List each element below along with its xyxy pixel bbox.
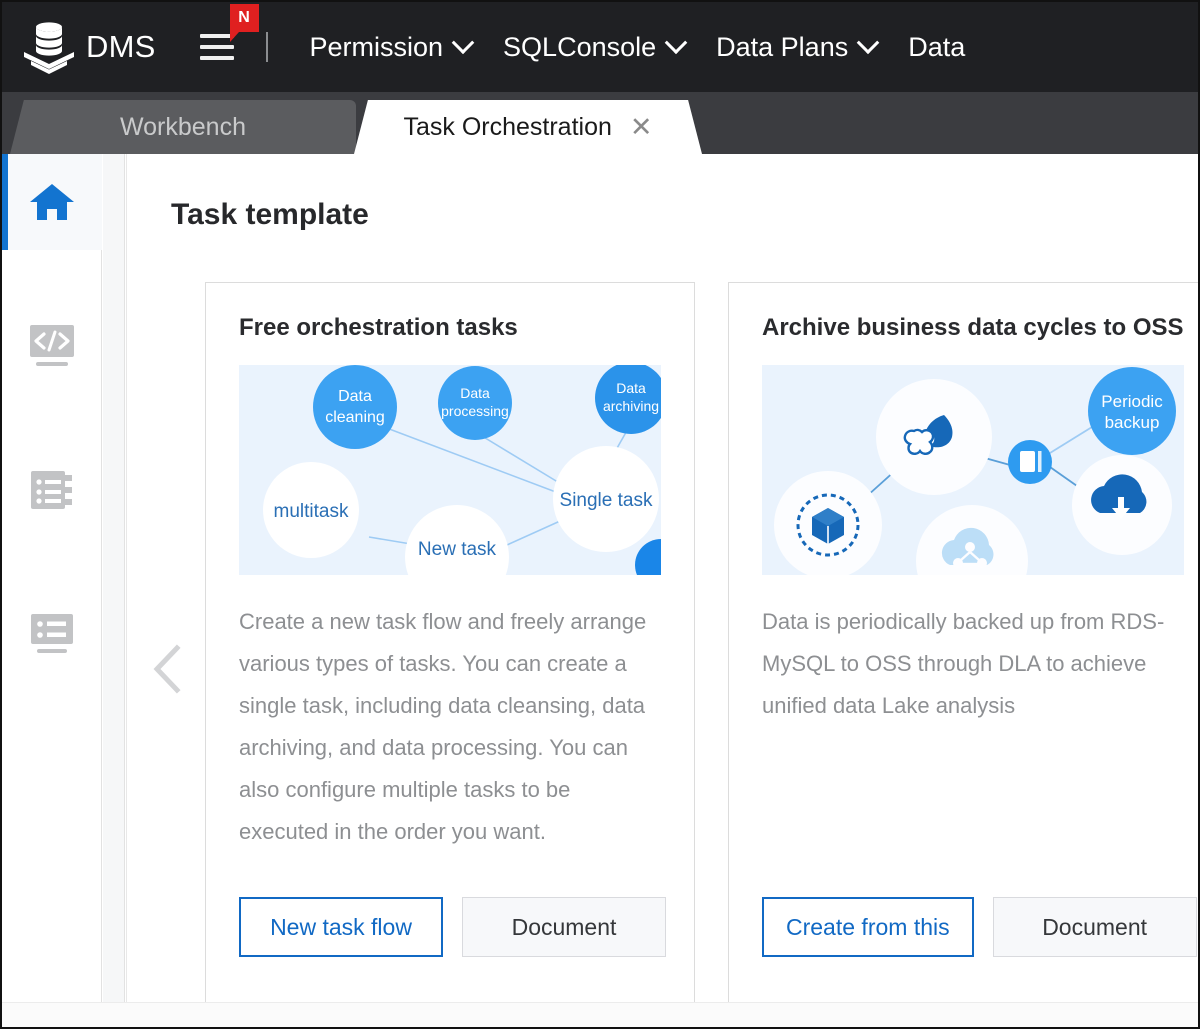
close-icon[interactable]: ✕ <box>630 113 653 141</box>
main-content: Task template Free orchestration tasks D… <box>126 154 1198 1027</box>
svg-text:Data: Data <box>616 380 646 396</box>
sidebar-item-list[interactable] <box>2 586 102 682</box>
code-icon <box>30 325 74 366</box>
archive-icon <box>1020 451 1042 472</box>
node-graph-icon: Periodic backup <box>774 367 1176 575</box>
document-button[interactable]: Document <box>992 897 1197 957</box>
database-stack-icon <box>24 22 74 74</box>
body-area: Task template Free orchestration tasks D… <box>2 154 1198 1027</box>
nav-menu-items: Permission SQLConsole Data Plans Data <box>294 31 982 63</box>
card-description: Data is periodically backed up from RDS-… <box>762 609 1165 718</box>
svg-text:Periodic: Periodic <box>1101 392 1163 411</box>
home-icon <box>30 184 74 220</box>
nav-item-sqlconsole[interactable]: SQLConsole <box>487 31 700 63</box>
nav-divider <box>265 32 268 62</box>
sidebar-item-documents[interactable] <box>2 442 102 538</box>
create-from-this-button[interactable]: Create from this <box>762 897 974 957</box>
hamburger-menu-icon <box>199 34 234 60</box>
tab-label: Task Orchestration <box>403 112 612 141</box>
brand-name: DMS <box>86 29 156 64</box>
nav-item-data-plans[interactable]: Data Plans <box>700 31 892 63</box>
card-illustration: Data cleaning Data processing Data archi… <box>239 365 661 575</box>
nav-item-label: Permission <box>309 31 444 62</box>
template-card-free-orchestration[interactable]: Free orchestration tasks Data cleaning D… <box>205 282 695 1006</box>
tab-label: Workbench <box>120 112 246 141</box>
card-actions: New task flow Document <box>239 897 666 957</box>
svg-text:New task: New task <box>418 539 497 560</box>
card-actions: Create from this Document <box>762 897 1197 957</box>
page-title: Task template <box>171 198 369 231</box>
svg-text:Data: Data <box>460 385 490 401</box>
chevron-down-icon <box>664 31 688 55</box>
svg-text:multitask: multitask <box>274 501 349 522</box>
svg-text:archiving: archiving <box>603 398 659 414</box>
tab-workbench[interactable]: Workbench <box>10 100 356 154</box>
brand-logo-area[interactable]: DMS <box>2 19 156 75</box>
nav-item-label: Data Plans <box>716 31 849 62</box>
chevron-down-icon <box>451 31 475 55</box>
nav-item-data[interactable]: Data <box>892 32 981 63</box>
chevron-down-icon <box>856 31 880 55</box>
template-card-archive-oss[interactable]: Archive business data cycles to OSS Peri… <box>728 282 1198 1006</box>
bottom-strip <box>2 1002 1198 1027</box>
left-sidebar <box>2 154 102 1027</box>
document-button[interactable]: Document <box>462 897 666 957</box>
nav-item-label: SQLConsole <box>503 31 657 62</box>
tab-bar: Workbench Task Orchestration ✕ <box>2 92 1198 154</box>
dms-application-window: DMS N Permission SQLConsole Data Plans D… <box>0 0 1200 1029</box>
document-list-icon <box>31 471 72 509</box>
sidebar-item-home[interactable] <box>2 154 102 250</box>
sidebar-gutter <box>103 154 125 1027</box>
menu-toggle[interactable]: N <box>199 2 259 92</box>
node-graph-icon: Data cleaning Data processing Data archi… <box>263 365 661 575</box>
card-title: Archive business data cycles to OSS <box>762 314 1184 341</box>
template-card-list: Free orchestration tasks Data cleaning D… <box>205 282 1198 1006</box>
card-description: Create a new task flow and freely arrang… <box>239 609 647 844</box>
list-icon <box>31 614 73 653</box>
top-navigation-bar: DMS N Permission SQLConsole Data Plans D… <box>2 2 1198 92</box>
card-title: Free orchestration tasks <box>239 314 518 341</box>
nav-item-label: Data <box>908 31 966 62</box>
card-illustration: Periodic backup <box>762 365 1184 575</box>
chevron-left-icon[interactable] <box>149 644 189 694</box>
nav-item-permission[interactable]: Permission <box>294 31 488 63</box>
svg-text:Single task: Single task <box>560 490 653 511</box>
new-badge: N <box>229 4 259 42</box>
tab-task-orchestration[interactable]: Task Orchestration ✕ <box>354 100 702 154</box>
svg-text:processing: processing <box>441 403 509 419</box>
svg-text:backup: backup <box>1105 413 1160 432</box>
svg-text:Data: Data <box>338 388 372 405</box>
new-task-flow-button[interactable]: New task flow <box>239 897 443 957</box>
sidebar-item-code[interactable] <box>2 298 102 394</box>
svg-text:cleaning: cleaning <box>325 409 385 426</box>
